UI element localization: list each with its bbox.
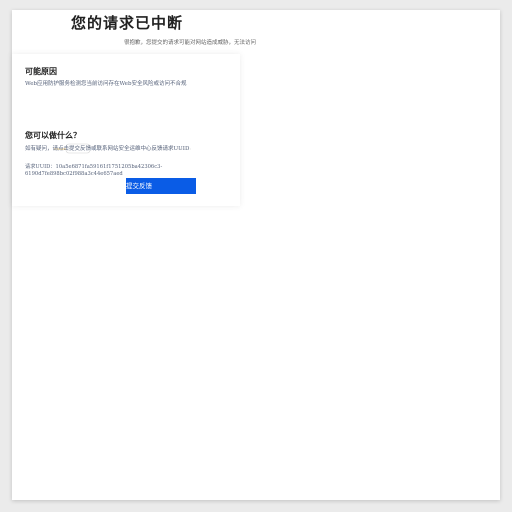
actions-heading: 您可以做什么？ bbox=[25, 131, 81, 140]
uuid-label: 请求UUID： bbox=[25, 164, 56, 170]
reasons-text: Web应用防护服务检测您当前访问存在Web安全风险或访问不合规 bbox=[25, 81, 187, 87]
error-page: 您的请求已中断 很抱歉，您提交的请求可能对网站造成威胁，无法访问 可能原因 We… bbox=[12, 10, 500, 500]
request-uuid: 请求UUID：10a5e6871fa59161f1751205ba42306c3… bbox=[25, 164, 165, 178]
feedback-button[interactable]: 提交反馈 bbox=[126, 178, 196, 194]
reasons-heading: 可能原因 bbox=[25, 67, 57, 76]
page-title: 您的请求已中断 bbox=[70, 14, 183, 32]
actions-text: 如有疑问，请点击提交反馈或联系网站安全运维中心反馈请求UUID bbox=[25, 146, 190, 152]
page-subtitle: 很抱歉，您提交的请求可能对网站造成威胁，无法访问 bbox=[123, 40, 256, 46]
